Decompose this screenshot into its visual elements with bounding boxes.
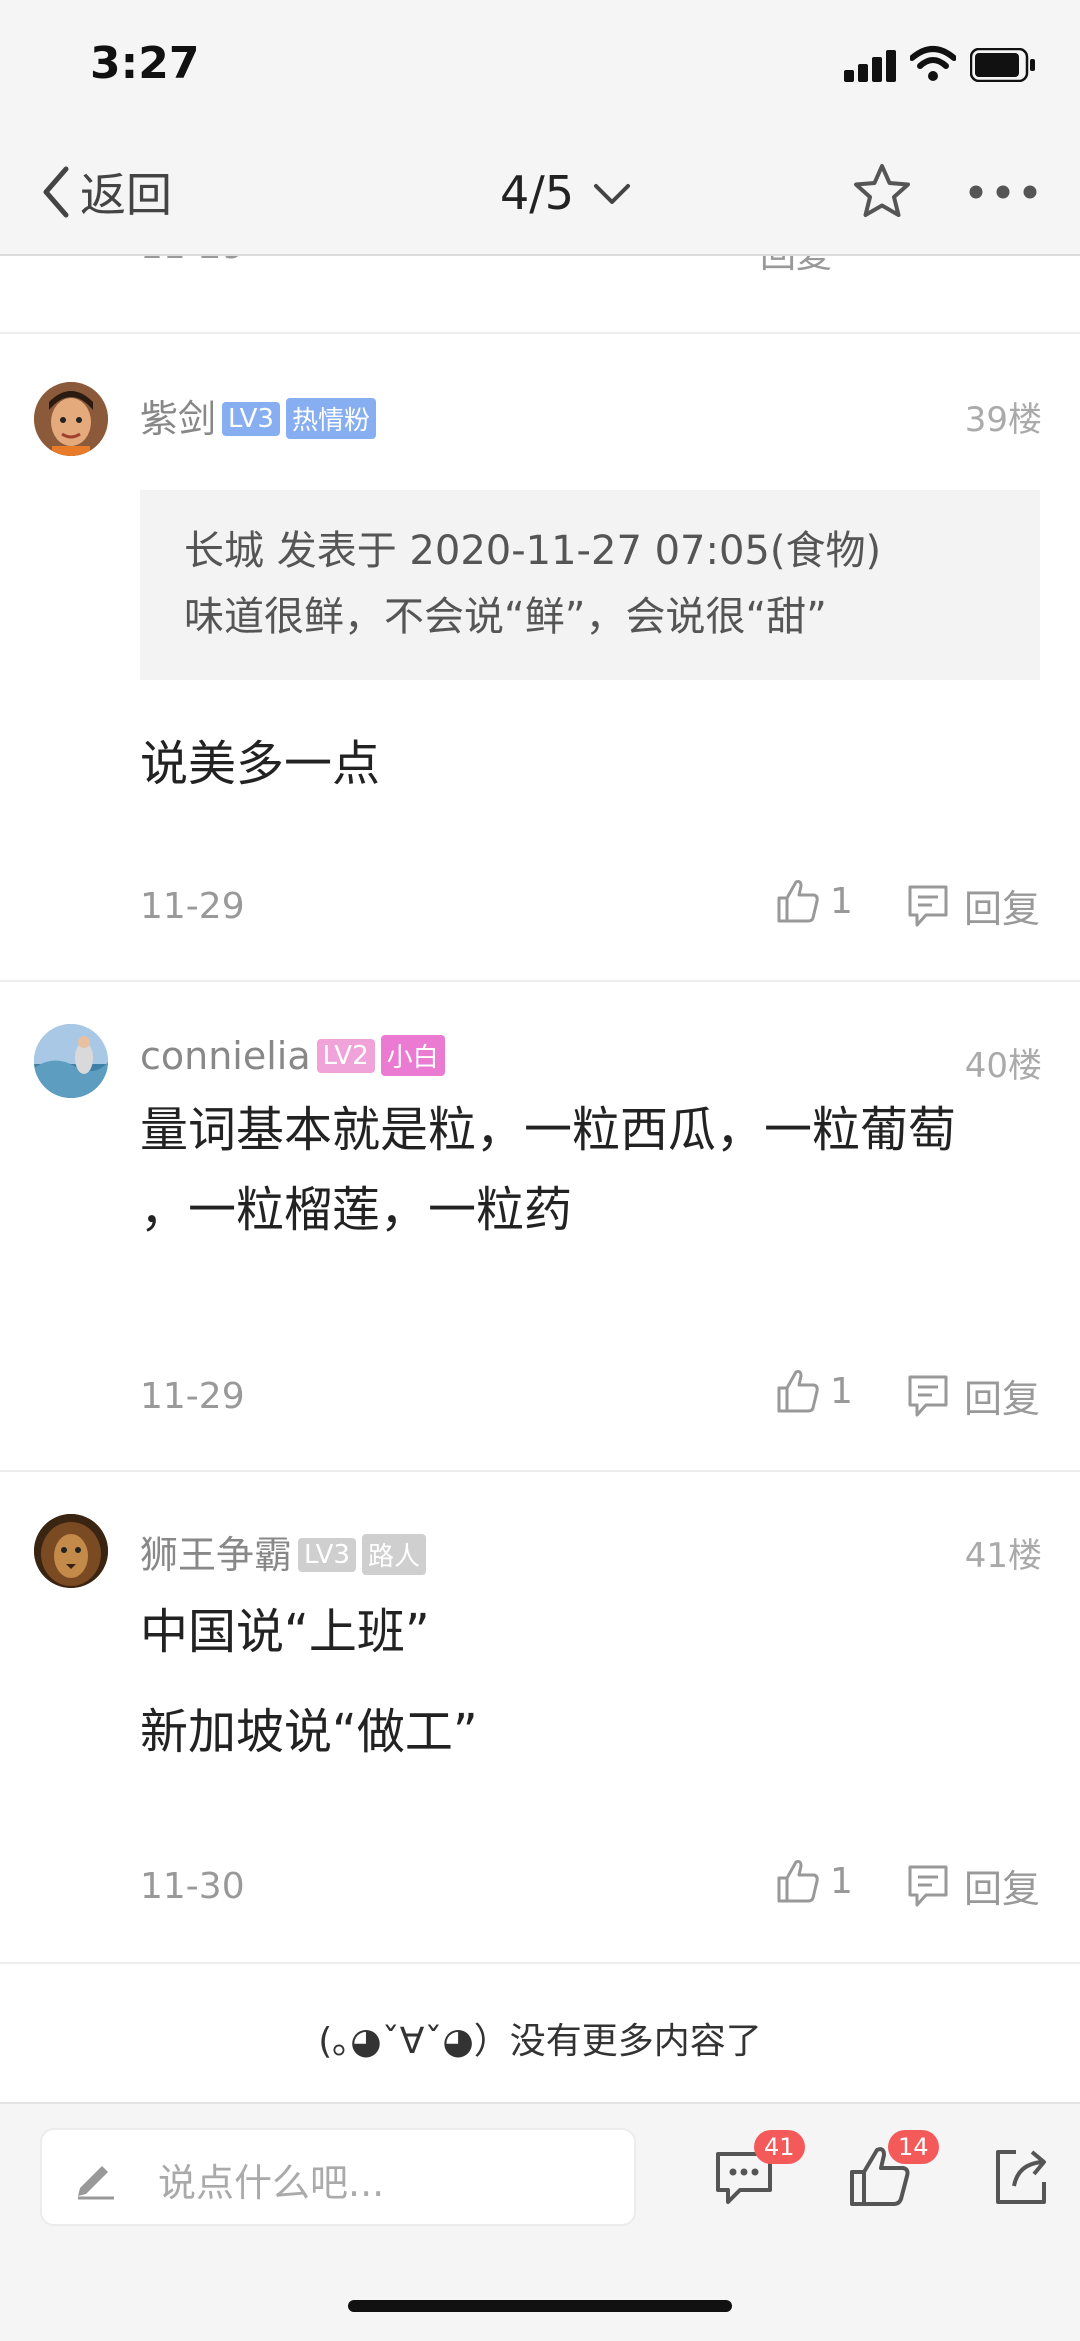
like-count: 1 bbox=[830, 1370, 853, 1412]
star-icon[interactable] bbox=[850, 160, 914, 224]
wifi-icon bbox=[910, 46, 956, 81]
comment-line: 新加坡说“做工” bbox=[140, 1704, 478, 1760]
like-button[interactable]: 1 bbox=[776, 1368, 853, 1414]
level-badge: LV3 bbox=[298, 1537, 356, 1572]
comment-icon bbox=[908, 1375, 948, 1416]
comment-icon bbox=[908, 885, 948, 926]
reply-button[interactable]: 回复 bbox=[906, 1858, 1040, 1913]
comment-text: 中国说“上班” 新加坡说“做工” bbox=[140, 1582, 1040, 1782]
comment-date: 11-29 bbox=[140, 1376, 245, 1417]
page-indicator: 4/5 bbox=[500, 166, 575, 220]
share-icon bbox=[996, 2150, 1046, 2204]
battery-icon bbox=[970, 48, 1035, 82]
share-button[interactable] bbox=[990, 2144, 1054, 2208]
reply-button[interactable]: 回复 bbox=[906, 878, 1040, 933]
comment-date: 11-30 bbox=[140, 1866, 245, 1907]
avatar[interactable] bbox=[34, 1024, 108, 1098]
signal-icon bbox=[844, 48, 900, 82]
quoted-post[interactable]: 长城 发表于 2020-11-27 07:05(食物) 味道很鲜，不会说“鲜”，… bbox=[140, 490, 1040, 680]
previous-post-reply[interactable]: 回复 bbox=[760, 256, 832, 278]
avatar[interactable] bbox=[34, 1514, 108, 1588]
comment-text: 量词基本就是粒，一粒西瓜，一粒葡萄 ，一粒榴莲，一粒药 bbox=[140, 1090, 1040, 1250]
page-selector[interactable]: 4/5 bbox=[500, 166, 632, 220]
level-badge: LV2 bbox=[316, 1038, 375, 1073]
floor-number: 41楼 bbox=[964, 1536, 1042, 1576]
like-button[interactable]: 1 bbox=[776, 1858, 853, 1904]
nav-bar: 返回 4/5 bbox=[0, 130, 1080, 256]
floor-number: 40楼 bbox=[964, 1046, 1042, 1086]
tag-badge: 热情粉 bbox=[285, 398, 376, 439]
comment-line: 说美多一点 bbox=[140, 736, 381, 792]
back-button[interactable]: 返回 bbox=[40, 162, 172, 222]
username[interactable]: connielia bbox=[140, 1034, 311, 1078]
comment-icon bbox=[908, 1865, 948, 1906]
comment-date: 11-29 bbox=[140, 886, 245, 927]
likes-count-badge: 14 bbox=[888, 2130, 939, 2164]
thumb-up-icon bbox=[777, 1370, 819, 1413]
comment-input-placeholder: 说点什么吧... bbox=[158, 2161, 385, 2205]
back-label: 返回 bbox=[80, 168, 172, 222]
like-post-button[interactable]: 14 bbox=[848, 2130, 939, 2208]
quote-body: 味道很鲜，不会说“鲜”，会说很“甜” bbox=[184, 594, 827, 640]
tag-badge: 路人 bbox=[361, 1534, 426, 1575]
comment-line: 量词基本就是粒，一粒西瓜，一粒葡萄 bbox=[140, 1102, 957, 1158]
avatar[interactable] bbox=[34, 382, 108, 456]
comment-input[interactable]: 说点什么吧... bbox=[40, 2128, 636, 2226]
floor-number: 39楼 bbox=[964, 400, 1042, 440]
tag-badge: 小白 bbox=[380, 1035, 445, 1076]
reply-button[interactable]: 回复 bbox=[906, 1368, 1040, 1423]
comment-item: 紫剑 LV3 热情粉 39楼 长城 发表于 2020-11-27 07:05(食物)… bbox=[0, 332, 1080, 982]
home-indicator[interactable] bbox=[348, 2300, 732, 2312]
quote-header: 长城 发表于 2020-11-27 07:05(食物) bbox=[184, 528, 882, 574]
username[interactable]: 狮王争霸 bbox=[140, 1533, 292, 1577]
status-time: 3:27 bbox=[90, 38, 200, 89]
thumb-up-icon bbox=[777, 1860, 819, 1903]
reply-label: 回复 bbox=[964, 1867, 1041, 1911]
chevron-down-icon bbox=[594, 184, 631, 204]
end-of-list-note: (｡◕ˇ∀ˇ◕）没有更多内容了 bbox=[318, 2021, 762, 2062]
level-badge: LV3 bbox=[222, 401, 280, 436]
username[interactable]: 紫剑 bbox=[140, 397, 216, 441]
user-line: 紫剑 LV3 热情粉 bbox=[140, 388, 376, 443]
comments-count-badge: 41 bbox=[754, 2130, 805, 2164]
comment-line: ，一粒榴莲，一粒药 bbox=[140, 1182, 573, 1238]
comment-text: 说美多一点 bbox=[140, 724, 1040, 804]
status-bar: 3:27 bbox=[0, 0, 1080, 130]
comment-item: connielia LV2 小白 40楼 量词基本就是粒，一粒西瓜，一粒葡萄 ，一粒… bbox=[0, 980, 1080, 1472]
reply-label: 回复 bbox=[964, 1377, 1041, 1421]
comment-line: 中国说“上班” bbox=[140, 1604, 430, 1660]
like-count: 1 bbox=[830, 1860, 853, 1902]
comment-item: 狮王争霸 LV3 路人 41楼 中国说“上班” 新加坡说“做工” 11-30 1 回… bbox=[0, 1470, 1080, 1964]
comment-list[interactable]: 11-29 回复 紫剑LV3热情粉 39楼 长城 发表于 2020-11-27 … bbox=[0, 256, 1080, 2102]
more-icon[interactable] bbox=[966, 160, 1040, 224]
user-line: 狮王争霸 LV3 路人 bbox=[140, 1524, 426, 1579]
pen-icon bbox=[78, 2166, 114, 2200]
user-line: connielia LV2 小白 bbox=[140, 1034, 445, 1079]
previous-post-footer: 11-29 回复 bbox=[0, 256, 1080, 334]
comments-button[interactable]: 41 bbox=[712, 2130, 805, 2208]
chevron-left-icon bbox=[43, 166, 69, 218]
thumb-up-icon bbox=[777, 880, 819, 923]
reply-label: 回复 bbox=[964, 887, 1041, 931]
like-count: 1 bbox=[830, 880, 853, 922]
previous-post-date: 11-29 bbox=[140, 256, 245, 267]
like-button[interactable]: 1 bbox=[776, 878, 853, 924]
